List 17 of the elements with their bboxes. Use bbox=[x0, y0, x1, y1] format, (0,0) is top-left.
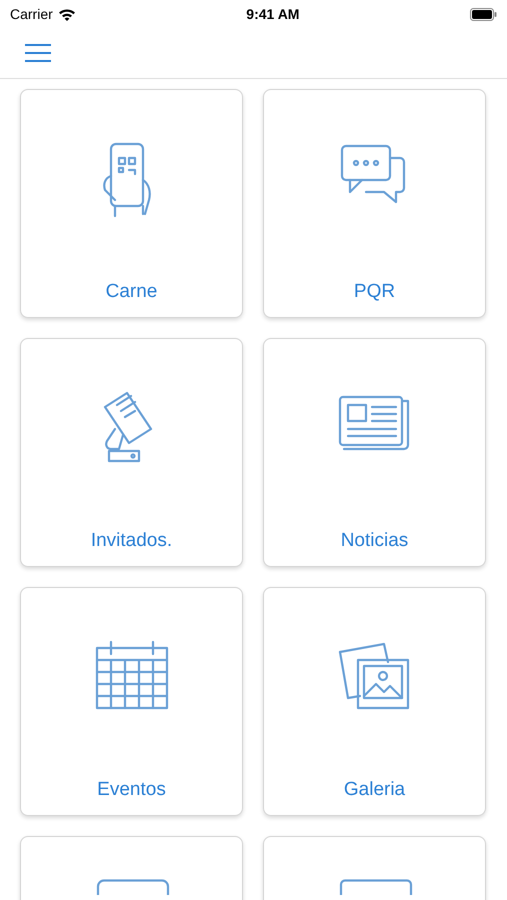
menu-tile[interactable]: Invitados. bbox=[20, 338, 243, 567]
tile-label: Carne bbox=[106, 281, 158, 303]
menu-tile[interactable]: Carne bbox=[20, 89, 243, 318]
tile-label: Galeria bbox=[344, 779, 406, 801]
menu-icon[interactable] bbox=[24, 43, 52, 63]
tile-label: Noticias bbox=[340, 530, 408, 552]
tile-label: Invitados. bbox=[90, 530, 172, 552]
tile-label: PQR bbox=[354, 281, 396, 303]
carrier-label: Carrier bbox=[10, 6, 53, 22]
wifi-icon bbox=[58, 8, 76, 20]
clock: 9:41 AM bbox=[246, 6, 300, 22]
menu-tile[interactable]: Eventos bbox=[20, 587, 243, 816]
battery-icon bbox=[470, 8, 497, 20]
menu-tile[interactable]: PQR bbox=[263, 89, 486, 318]
menu-tile[interactable]: Galeria bbox=[263, 587, 486, 816]
tile-label: Eventos bbox=[97, 779, 166, 801]
menu-tile[interactable]: Noticias bbox=[263, 338, 486, 567]
